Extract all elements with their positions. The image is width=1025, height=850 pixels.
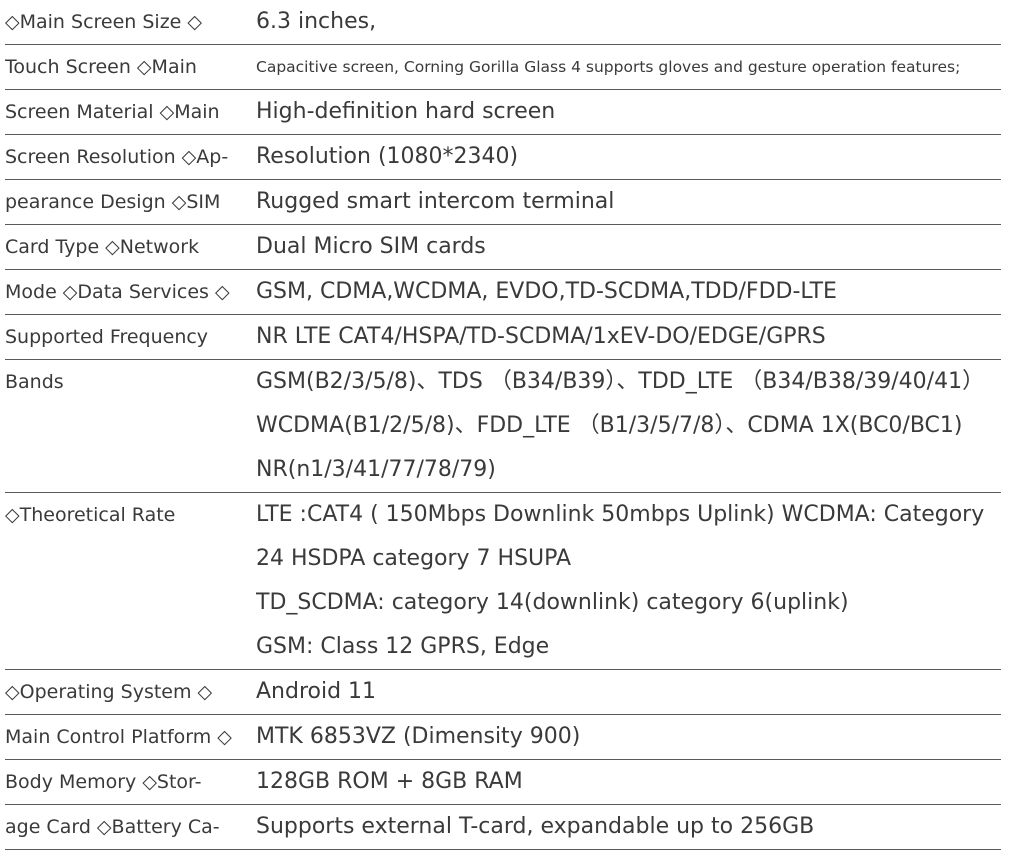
spec-value: NR LTE CAT4/HSPA/TD-SCDMA/1xEV-DO/EDGE/G… — [256, 315, 1001, 359]
spec-row-theoretical-rate: ◇Theoretical Rate LTE :CAT4 ( 150Mbps Do… — [5, 493, 1001, 670]
spec-value: High-definition hard screen — [256, 90, 1001, 134]
spec-value-line: 6.3 inches, — [256, 9, 377, 34]
spec-label: Screen Material ◇Main — [5, 101, 220, 123]
spec-value: MTK 6853VZ (Dimensity 900) — [256, 715, 1001, 759]
spec-value: Android 11 — [256, 670, 1001, 714]
spec-label: Bands — [5, 371, 64, 393]
spec-value: GSM, CDMA,WCDMA, EVDO,TD-SCDMA,TDD/FDD-L… — [256, 270, 1001, 314]
spec-label: Main Control Platform ◇ — [5, 726, 232, 748]
spec-value-line: Rugged smart intercom terminal — [256, 189, 615, 214]
spec-value-line: GSM: Class 12 GPRS, Edge — [256, 634, 550, 659]
spec-value: 128GB ROM + 8GB RAM — [256, 760, 1001, 804]
spec-value-line: High-definition hard screen — [256, 99, 556, 124]
spec-label: Supported Frequency — [5, 326, 209, 348]
spec-label: pearance Design ◇SIM — [5, 191, 221, 213]
spec-value-line: Capacitive screen, Corning Gorilla Glass… — [256, 58, 961, 76]
spec-label: ◇Main Screen Size ◇ — [5, 11, 203, 33]
spec-row-screen-resolution: Screen Resolution ◇Ap- Resolution (1080*… — [5, 135, 1001, 180]
spec-value-line: MTK 6853VZ (Dimensity 900) — [256, 724, 581, 749]
spec-value-line: Android 11 — [256, 679, 377, 704]
spec-value-line: NR LTE CAT4/HSPA/TD-SCDMA/1xEV-DO/EDGE/G… — [256, 324, 826, 349]
spec-value: LTE :CAT4 ( 150Mbps Downlink 50mbps Upli… — [256, 493, 1001, 669]
spec-value-line: WCDMA(B1/2/5/8)、FDD_LTE （B1/3/5/7/8）、CDM… — [256, 413, 963, 438]
spec-value-line: 128GB ROM + 8GB RAM — [256, 769, 523, 794]
spec-value: Capacitive screen, Corning Gorilla Glass… — [256, 45, 1001, 89]
spec-row-appearance-design: pearance Design ◇SIM Rugged smart interc… — [5, 180, 1001, 225]
spec-label: Card Type ◇Network — [5, 236, 200, 258]
spec-value-line: Supports external T-card, expandable up … — [256, 814, 815, 839]
spec-row-storage-card: age Card ◇Battery Ca- Supports external … — [5, 805, 1001, 850]
spec-value-line: LTE :CAT4 ( 150Mbps Downlink 50mbps Upli… — [256, 502, 985, 527]
spec-row-main-control-platform: Main Control Platform ◇ MTK 6853VZ (Dime… — [5, 715, 1001, 760]
spec-value: Resolution (1080*2340) — [256, 135, 1001, 179]
spec-label: Screen Resolution ◇Ap- — [5, 146, 229, 168]
spec-value-line: Resolution (1080*2340) — [256, 144, 519, 169]
spec-row-screen-material: Screen Material ◇Main High-definition ha… — [5, 90, 1001, 135]
spec-value-line: Dual Micro SIM cards — [256, 234, 486, 259]
spec-table: ◇Main Screen Size ◇ 6.3 inches, Touch Sc… — [5, 0, 1001, 850]
spec-value: Supports external T-card, expandable up … — [256, 805, 1001, 849]
spec-label: age Card ◇Battery Ca- — [5, 816, 220, 838]
spec-value: GSM(B2/3/5/8)、TDS （B34/B39）、TDD_LTE （B34… — [256, 360, 1001, 492]
spec-value-line: 24 HSDPA category 7 HSUPA — [256, 546, 572, 571]
spec-value-line: NR(n1/3/41/77/78/79) — [256, 457, 496, 482]
spec-row-network-mode: Mode ◇Data Services ◇ GSM, CDMA,WCDMA, E… — [5, 270, 1001, 315]
spec-row-touch-screen: Touch Screen ◇Main Capacitive screen, Co… — [5, 45, 1001, 90]
spec-label: Mode ◇Data Services ◇ — [5, 281, 230, 303]
spec-row-supported-frequency: Supported Frequency NR LTE CAT4/HSPA/TD-… — [5, 315, 1001, 360]
spec-label: Body Memory ◇Stor- — [5, 771, 202, 793]
spec-value: Rugged smart intercom terminal — [256, 180, 1001, 224]
spec-value-line: TD_SCDMA: category 14(downlink) category… — [256, 590, 849, 615]
spec-value-line: GSM, CDMA,WCDMA, EVDO,TD-SCDMA,TDD/FDD-L… — [256, 279, 837, 304]
spec-row-operating-system: ◇Operating System ◇ Android 11 — [5, 670, 1001, 715]
spec-value: Dual Micro SIM cards — [256, 225, 1001, 269]
spec-label: Touch Screen ◇Main — [5, 56, 197, 78]
spec-row-body-memory: Body Memory ◇Stor- 128GB ROM + 8GB RAM — [5, 760, 1001, 805]
spec-row-bands: Bands GSM(B2/3/5/8)、TDS （B34/B39）、TDD_LT… — [5, 360, 1001, 493]
spec-label: ◇Operating System ◇ — [5, 681, 213, 703]
spec-row-sim-card-type: Card Type ◇Network Dual Micro SIM cards — [5, 225, 1001, 270]
spec-value: 6.3 inches, — [256, 0, 1001, 44]
spec-label: ◇Theoretical Rate — [5, 504, 176, 526]
spec-value-line: GSM(B2/3/5/8)、TDS （B34/B39）、TDD_LTE （B34… — [256, 369, 985, 394]
spec-row-main-screen-size: ◇Main Screen Size ◇ 6.3 inches, — [5, 0, 1001, 45]
